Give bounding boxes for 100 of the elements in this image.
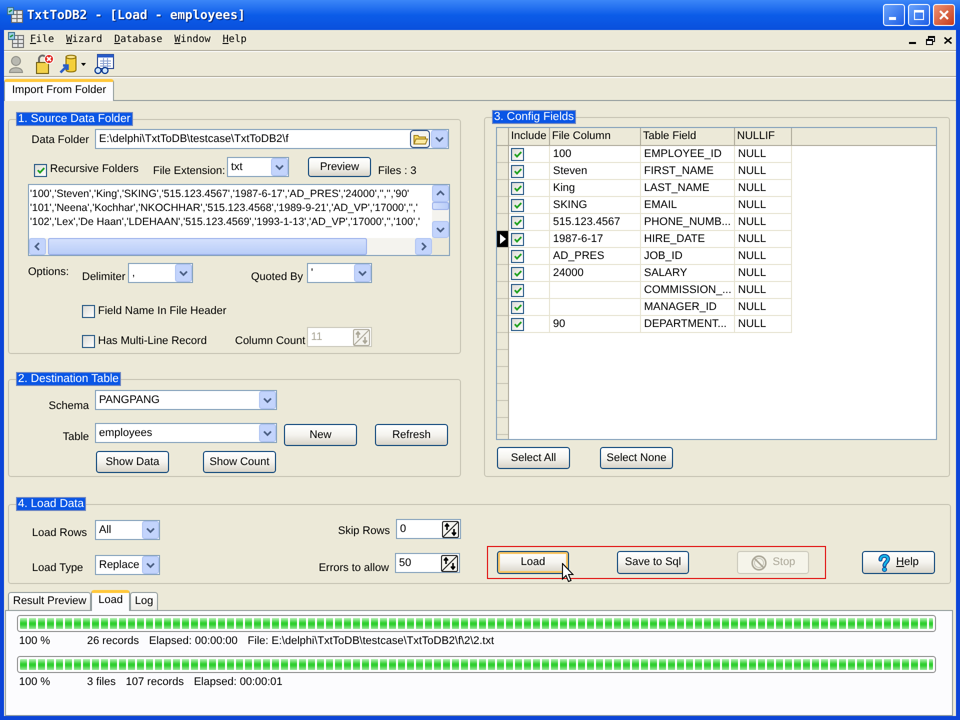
checkbox[interactable] [511, 198, 524, 212]
select-none-button[interactable]: Select None [600, 447, 673, 469]
field-label: Skip Rows [338, 525, 390, 538]
window-glasses-icon[interactable] [94, 54, 114, 74]
checkmark-icon [514, 236, 522, 242]
chevron-up-icon[interactable] [432, 185, 449, 202]
menu-item[interactable]: Window [168, 30, 217, 50]
restore-icon[interactable] [926, 36, 934, 44]
chevron-left-icon[interactable] [29, 238, 46, 255]
tab[interactable]: Import From Folder [4, 79, 114, 101]
spin-field[interactable]: 50 [395, 553, 460, 573]
checkbox[interactable] [511, 266, 524, 280]
person-icon[interactable] [8, 55, 24, 73]
menu-item[interactable]: File [24, 30, 60, 50]
padlock-x-icon[interactable] [34, 54, 54, 74]
menu-item[interactable]: Help [216, 30, 253, 50]
refresh-button[interactable]: Refresh [375, 424, 448, 446]
preview-button[interactable]: Preview [308, 157, 371, 177]
checkbox[interactable] [511, 250, 524, 262]
caret-down-icon[interactable] [81, 62, 86, 66]
checkbox[interactable] [511, 284, 524, 296]
table-dropdown[interactable]: employees [95, 423, 277, 443]
status-text: Elapsed: 00:00:01 [194, 676, 283, 689]
table-cell: NULL [735, 163, 792, 180]
minimize-button[interactable] [883, 4, 905, 26]
table-cell: LAST_NAME [641, 180, 735, 197]
checkbox[interactable] [34, 164, 47, 177]
close-icon[interactable] [944, 36, 952, 44]
new-button[interactable]: New [284, 424, 357, 446]
checkbox[interactable] [511, 300, 524, 314]
checkbox[interactable] [82, 335, 95, 348]
checkbox[interactable] [511, 318, 524, 330]
checkbox[interactable] [511, 148, 524, 160]
show-data-button[interactable]: Show Data [96, 451, 169, 473]
checkmark-icon [514, 150, 522, 158]
group-title: 1. Source Data Folder [16, 112, 133, 126]
table-cell: NULL [735, 282, 792, 299]
table-cell: 24000 [550, 265, 641, 282]
select-all-button[interactable]: Select All [497, 447, 570, 469]
action-button[interactable]: Load [497, 551, 569, 574]
load-type-dropdown[interactable]: Replace [95, 555, 160, 575]
text-line: '102','Lex','De Haan','LDEHAAN','515.123.4569','1993-1-13','AD_VP','17000','','100',' [30, 215, 420, 229]
column-header[interactable]: Table Field [641, 128, 735, 145]
column-header[interactable]: NULLIF [735, 128, 792, 145]
checkbox[interactable] [82, 305, 95, 318]
spin-arrows-icon[interactable] [442, 520, 459, 538]
menu-item[interactable]: Wizard [60, 30, 108, 50]
field-label: Schema [48, 400, 89, 413]
chevron-right-icon[interactable] [415, 238, 432, 255]
checkbox[interactable] [511, 216, 524, 228]
app-icon[interactable] [8, 32, 24, 48]
checkmark-icon [514, 184, 522, 192]
checkbox[interactable] [511, 164, 524, 178]
column-header[interactable]: File Column [550, 128, 641, 145]
horizontal-scrollbar[interactable] [29, 238, 432, 255]
minimize-icon[interactable] [908, 42, 916, 44]
spin-field[interactable]: 0 [396, 519, 461, 539]
field-label: File Extension: [153, 165, 226, 178]
menu-item[interactable]: Database [108, 30, 168, 50]
quote-character-dropdown[interactable]: ' [307, 263, 372, 283]
show-count-button[interactable]: Show Count [203, 451, 276, 473]
database-arrow-icon[interactable] [59, 54, 79, 74]
table-cell: 1987-6-17 [550, 231, 641, 248]
checkbox[interactable] [511, 182, 524, 194]
chevron-down-icon[interactable] [432, 221, 449, 238]
preview-text-area[interactable] [28, 184, 450, 256]
folder-path-dropdown[interactable]: E:\delphi\TxtToDB\testcase\TxtToDB2\f [95, 129, 449, 149]
vertical-scrollbar[interactable] [432, 185, 449, 238]
table-cell: NULL [735, 248, 792, 265]
scrollbar-thumb[interactable] [48, 238, 367, 255]
help-button[interactable]: Help [862, 551, 935, 574]
spin-arrows-icon[interactable] [441, 554, 458, 572]
table-cell: NULL [735, 180, 792, 197]
delimiter-dropdown[interactable]: , [128, 263, 193, 283]
checkmark-icon [36, 167, 44, 174]
checkbox[interactable] [511, 232, 524, 246]
close-button[interactable] [933, 4, 955, 26]
scrollbar-thumb[interactable] [432, 202, 449, 210]
action-button[interactable]: Save to Sql [617, 551, 689, 574]
schema-dropdown[interactable]: PANGPANG [95, 390, 277, 410]
table-cell: HIRE_DATE [641, 231, 735, 248]
minimize-icon [889, 17, 896, 20]
file-extension-dropdown[interactable]: txt [227, 157, 289, 177]
tab[interactable]: Result Preview [8, 592, 92, 610]
maximize-button[interactable] [908, 4, 930, 26]
table-cell: King [550, 180, 641, 197]
tab[interactable]: Log [130, 592, 158, 610]
status-text: 3 files [87, 676, 116, 689]
table-cell: MANAGER_ID [641, 299, 735, 316]
table-cell: EMPLOYEE_ID [641, 146, 735, 163]
status-text: 100 % [19, 676, 50, 689]
checkbox-label: Field Name In File Header [98, 305, 226, 318]
tab[interactable]: Load [91, 590, 130, 611]
folder-icon[interactable] [410, 130, 430, 148]
table-cell: NULL [735, 299, 792, 316]
maximize-icon [914, 10, 924, 20]
column-header[interactable]: Include [509, 128, 550, 145]
close-icon [939, 10, 949, 20]
table-cell: SALARY [641, 265, 735, 282]
load-rows-dropdown[interactable]: All [95, 520, 160, 540]
